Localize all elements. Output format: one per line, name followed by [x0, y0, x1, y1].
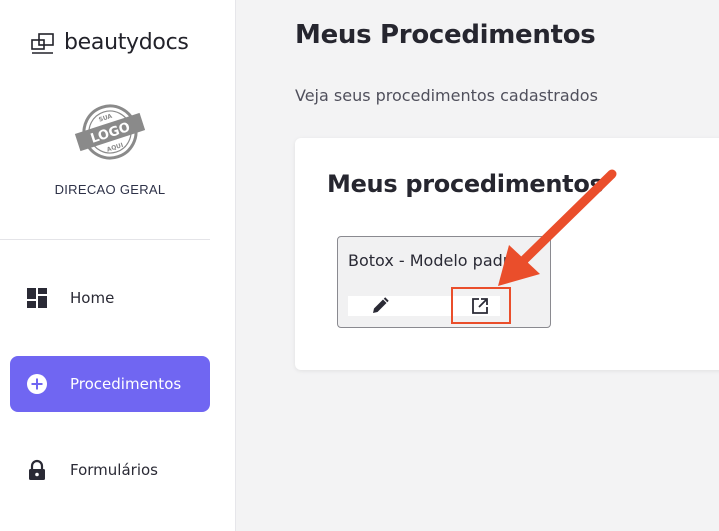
sidebar-item-label: Procedimentos: [70, 375, 182, 393]
page-subtitle: Veja seus procedimentos cadastrados: [295, 86, 598, 105]
sidebar-item-label: Formulários: [70, 461, 158, 479]
svg-text:SUA: SUA: [98, 113, 113, 124]
plus-circle-icon: [26, 373, 48, 395]
company-logo: LOGO SUA AQUI: [70, 102, 150, 162]
lock-icon: [26, 459, 48, 481]
brand[interactable]: beautydocs: [30, 26, 189, 58]
brand-icon: [30, 28, 58, 56]
procedures-card: Meus procedimentos Botox - Modelo padrão: [295, 138, 719, 370]
procedure-actions: [348, 287, 511, 324]
dashboard-icon: [26, 287, 48, 309]
open-procedure-button[interactable]: [451, 287, 511, 324]
company-name: DIRECAO GERAL: [54, 182, 166, 197]
sidebar-item-label: Home: [70, 289, 115, 307]
sidebar: beautydocs LOGO SUA AQUI DIRECAO GERAL H: [0, 0, 236, 531]
sidebar-item-formularios[interactable]: Formulários: [10, 442, 210, 498]
pencil-icon: [370, 297, 390, 320]
sidebar-divider: [0, 239, 210, 240]
page-title: Meus Procedimentos: [295, 20, 596, 50]
procedure-name: Botox - Modelo padrão: [348, 251, 529, 270]
brand-name: beautydocs: [64, 29, 189, 55]
sidebar-item-home[interactable]: Home: [10, 270, 210, 326]
edit-button[interactable]: [370, 296, 390, 316]
card-title: Meus procedimentos: [327, 170, 604, 198]
sidebar-item-procedimentos[interactable]: Procedimentos: [10, 356, 210, 412]
procedure-tile: Botox - Modelo padrão: [337, 236, 551, 328]
